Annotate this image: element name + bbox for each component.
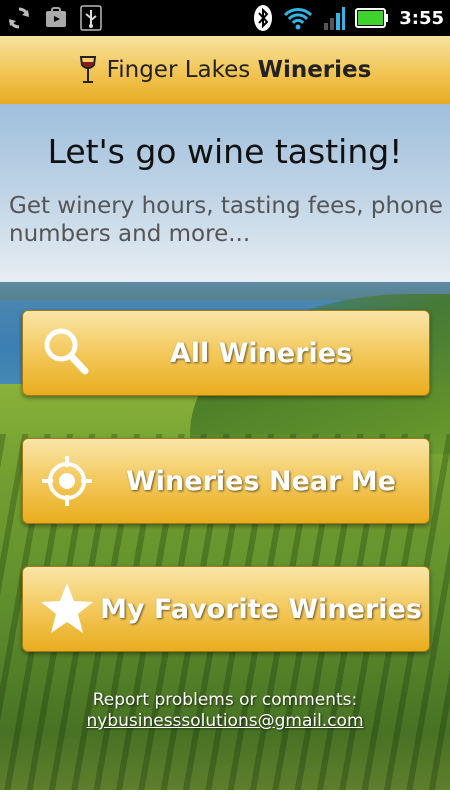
subheadline: Get winery hours, tasting fees, phone nu… [9, 193, 443, 247]
app-header: Finger Lakes Wineries [0, 36, 450, 104]
footer: Report problems or comments: nybusinesss… [0, 690, 450, 732]
headline: Let's go wine tasting! [47, 132, 403, 171]
my-favorite-wineries-label: My Favorite Wineries [100, 593, 422, 625]
all-wineries-label: All Wineries [169, 337, 353, 369]
contact-email-link[interactable]: nybusinesssolutions@gmail.com [86, 711, 363, 731]
footer-text: Report problems or comments: [92, 690, 358, 710]
status-bar: 3:55 [0, 0, 450, 36]
bluetooth-icon [254, 5, 273, 31]
store-icon [46, 7, 66, 27]
app-title-bold: Wineries [257, 57, 372, 83]
bottom-bar [0, 790, 450, 800]
star-icon [41, 583, 93, 633]
wineries-near-me-label: Wineries Near Me [126, 465, 396, 497]
wine-glass-icon [79, 56, 96, 83]
app-title: Finger Lakes Wineries [107, 57, 372, 83]
usb-icon [80, 5, 102, 31]
clock: 3:55 [399, 7, 444, 29]
sync-icon [9, 7, 29, 29]
wineries-near-me-button[interactable]: Wineries Near Me [22, 438, 430, 524]
all-wineries-button[interactable]: All Wineries [22, 310, 430, 396]
battery-icon [355, 8, 389, 28]
app-title-regular: Finger Lakes [106, 57, 258, 83]
my-favorite-wineries-button[interactable]: My Favorite Wineries [22, 566, 430, 652]
wifi-icon [284, 8, 313, 30]
crosshair-icon [42, 456, 92, 506]
search-icon [44, 328, 89, 375]
signal-icon [324, 7, 346, 30]
